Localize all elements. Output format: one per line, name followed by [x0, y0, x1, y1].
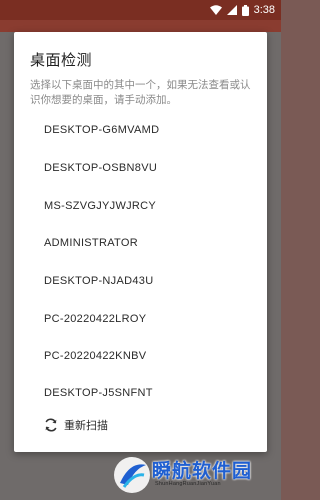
battery-icon	[241, 4, 249, 16]
desktop-item[interactable]: DESKTOP-NJAD43U	[44, 269, 153, 293]
watermark-logo-icon	[112, 455, 152, 495]
cellular-signal-icon	[226, 5, 237, 15]
desktop-item[interactable]: DESKTOP-J5SNFNT	[44, 381, 153, 405]
watermark-subtitle: ShunHangRuanJianYuan	[155, 481, 221, 487]
app-bar	[0, 20, 281, 32]
rescan-button[interactable]: 重新扫描	[44, 415, 108, 435]
dialog-title: 桌面检测	[30, 51, 93, 69]
watermark-title: 瞬航软件园	[152, 460, 253, 482]
desktop-detect-dialog: 桌面检测 选择以下桌面中的其中一个，如果无法查看或认识你想要的桌面，请手动添加。…	[14, 32, 267, 452]
status-time: 3:38	[253, 4, 275, 16]
refresh-icon	[44, 418, 58, 432]
desktop-item[interactable]: ADMINISTRATOR	[44, 231, 138, 255]
desktop-item[interactable]: PC-20220422LROY	[44, 307, 146, 331]
desktop-item[interactable]: DESKTOP-OSBN8VU	[44, 156, 157, 180]
watermark: 瞬航软件园 ShunHangRuanJianYuan	[112, 453, 272, 497]
desktop-item[interactable]: DESKTOP-G6MVAMD	[44, 118, 159, 142]
rescan-label: 重新扫描	[64, 419, 108, 432]
desktop-item[interactable]: MS-SZVGJYJWJRCY	[44, 194, 156, 218]
status-icons: 3:38	[209, 2, 275, 18]
wifi-icon	[209, 5, 222, 15]
dialog-message: 选择以下桌面中的其中一个，如果无法查看或认识你想要的桌面，请手动添加。	[30, 79, 251, 106]
desktop-item[interactable]: PC-20220422KNBV	[44, 344, 146, 368]
status-bar: 3:38	[0, 0, 281, 20]
